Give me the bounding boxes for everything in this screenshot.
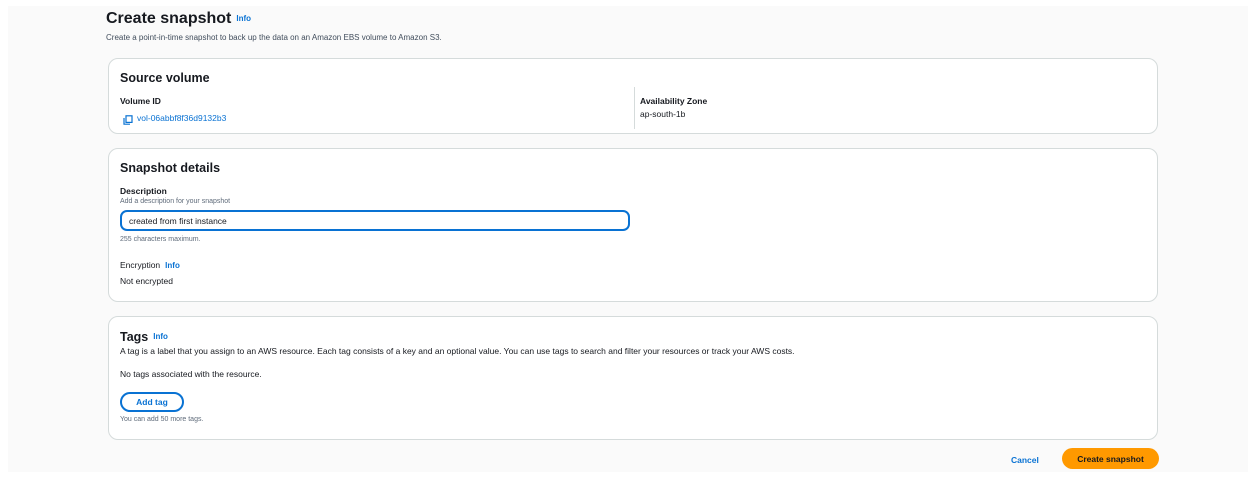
encryption-label-row: Encryption Info — [120, 260, 180, 270]
source-volume-title: Source volume — [120, 71, 210, 85]
description-hint: Add a description for your snapshot — [120, 198, 231, 205]
volume-id-link[interactable]: vol-06abbf8f36d9132b3 — [137, 113, 226, 123]
availability-zone-label: Availability Zone — [640, 96, 708, 106]
snapshot-details-card: Snapshot details Description Add a descr… — [108, 148, 1158, 302]
tags-title-row: Tags Info — [120, 328, 168, 346]
page-title: Create snapshot — [106, 10, 232, 27]
encryption-label: Encryption — [120, 260, 161, 270]
tags-empty-text: No tags associated with the resource. — [120, 369, 262, 379]
page-frame: Create snapshot Info Create a point-in-ti… — [8, 6, 1248, 472]
tags-info-link[interactable]: Info — [153, 332, 168, 341]
create-snapshot-button[interactable]: Create snapshot — [1062, 448, 1159, 469]
tags-card: Tags Info A tag is a label that you assig… — [108, 316, 1158, 440]
source-volume-card: Source volume Volume ID vol-06abbf8f36d9… — [108, 58, 1158, 134]
tags-description: A tag is a label that you assign to an A… — [120, 346, 795, 356]
add-tag-button[interactable]: Add tag — [120, 392, 184, 412]
page-description: Create a point-in-time snapshot to back … — [106, 33, 442, 42]
copy-icon[interactable] — [123, 112, 133, 125]
encryption-info-link[interactable]: Info — [165, 261, 180, 270]
cancel-button[interactable]: Cancel — [1011, 455, 1039, 465]
snapshot-details-title: Snapshot details — [120, 161, 221, 175]
availability-zone-value: ap-south-1b — [640, 109, 686, 119]
description-label: Description — [120, 186, 167, 196]
encryption-value: Not encrypted — [120, 276, 173, 286]
volume-id-row: vol-06abbf8f36d9132b3 — [123, 108, 226, 126]
page-info-link[interactable]: Info — [236, 14, 251, 23]
tags-title: Tags — [120, 330, 149, 344]
description-constraint: 255 characters maximum. — [120, 236, 201, 243]
tags-limit-text: You can add 50 more tags. — [120, 416, 204, 423]
description-input[interactable] — [120, 210, 630, 231]
column-divider — [634, 87, 635, 129]
page-header: Create snapshot Info Create a point-in-ti… — [106, 10, 442, 42]
volume-id-label: Volume ID — [120, 96, 161, 106]
